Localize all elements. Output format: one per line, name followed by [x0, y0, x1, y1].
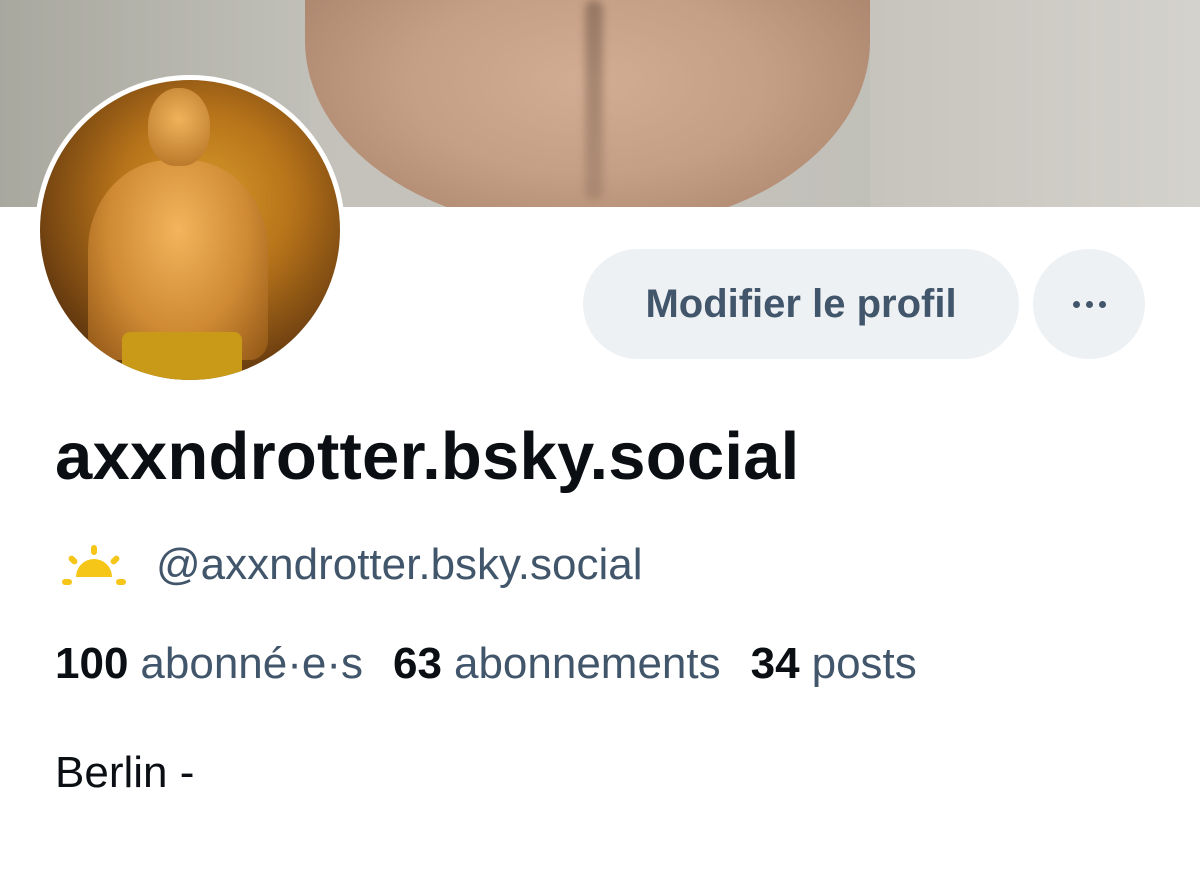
avatar-photo-shorts [122, 332, 242, 380]
following-stat[interactable]: 63 abonnements [393, 639, 721, 689]
avatar[interactable] [35, 75, 345, 385]
followers-stat[interactable]: 100 abonné·e·s [55, 639, 363, 689]
handle-row: @axxndrotter.bsky.social [58, 535, 643, 595]
more-horizontal-icon [1098, 300, 1106, 308]
posts-count: 34 [750, 639, 800, 688]
avatar-photo-body [88, 160, 268, 360]
profile-page: Modifier le profil axxndrotter.bsky.soci… [0, 0, 1200, 877]
more-horizontal-icon [1085, 300, 1093, 308]
banner-background-right [870, 0, 1200, 207]
sunrise-icon [62, 545, 126, 585]
bio: Berlin - [55, 748, 195, 797]
avatar-photo [40, 80, 340, 380]
posts-stat: 34 posts [751, 639, 917, 689]
banner-photo-detail [585, 0, 603, 200]
following-count: 63 [393, 639, 442, 688]
display-name: axxndrotter.bsky.social [55, 419, 800, 494]
stats-row: 100 abonné·e·s 63 abonnements 34 posts [55, 639, 947, 689]
followers-count: 100 [55, 639, 129, 688]
more-options-button[interactable] [1033, 249, 1145, 359]
posts-label: posts [811, 639, 917, 688]
avatar-photo-head [148, 88, 210, 166]
more-horizontal-icon [1072, 300, 1080, 308]
followers-label: abonné·e·s [140, 639, 364, 688]
edit-profile-button[interactable]: Modifier le profil [583, 249, 1019, 359]
following-label: abonnements [453, 639, 721, 688]
handle[interactable]: @axxndrotter.bsky.social [156, 540, 643, 590]
